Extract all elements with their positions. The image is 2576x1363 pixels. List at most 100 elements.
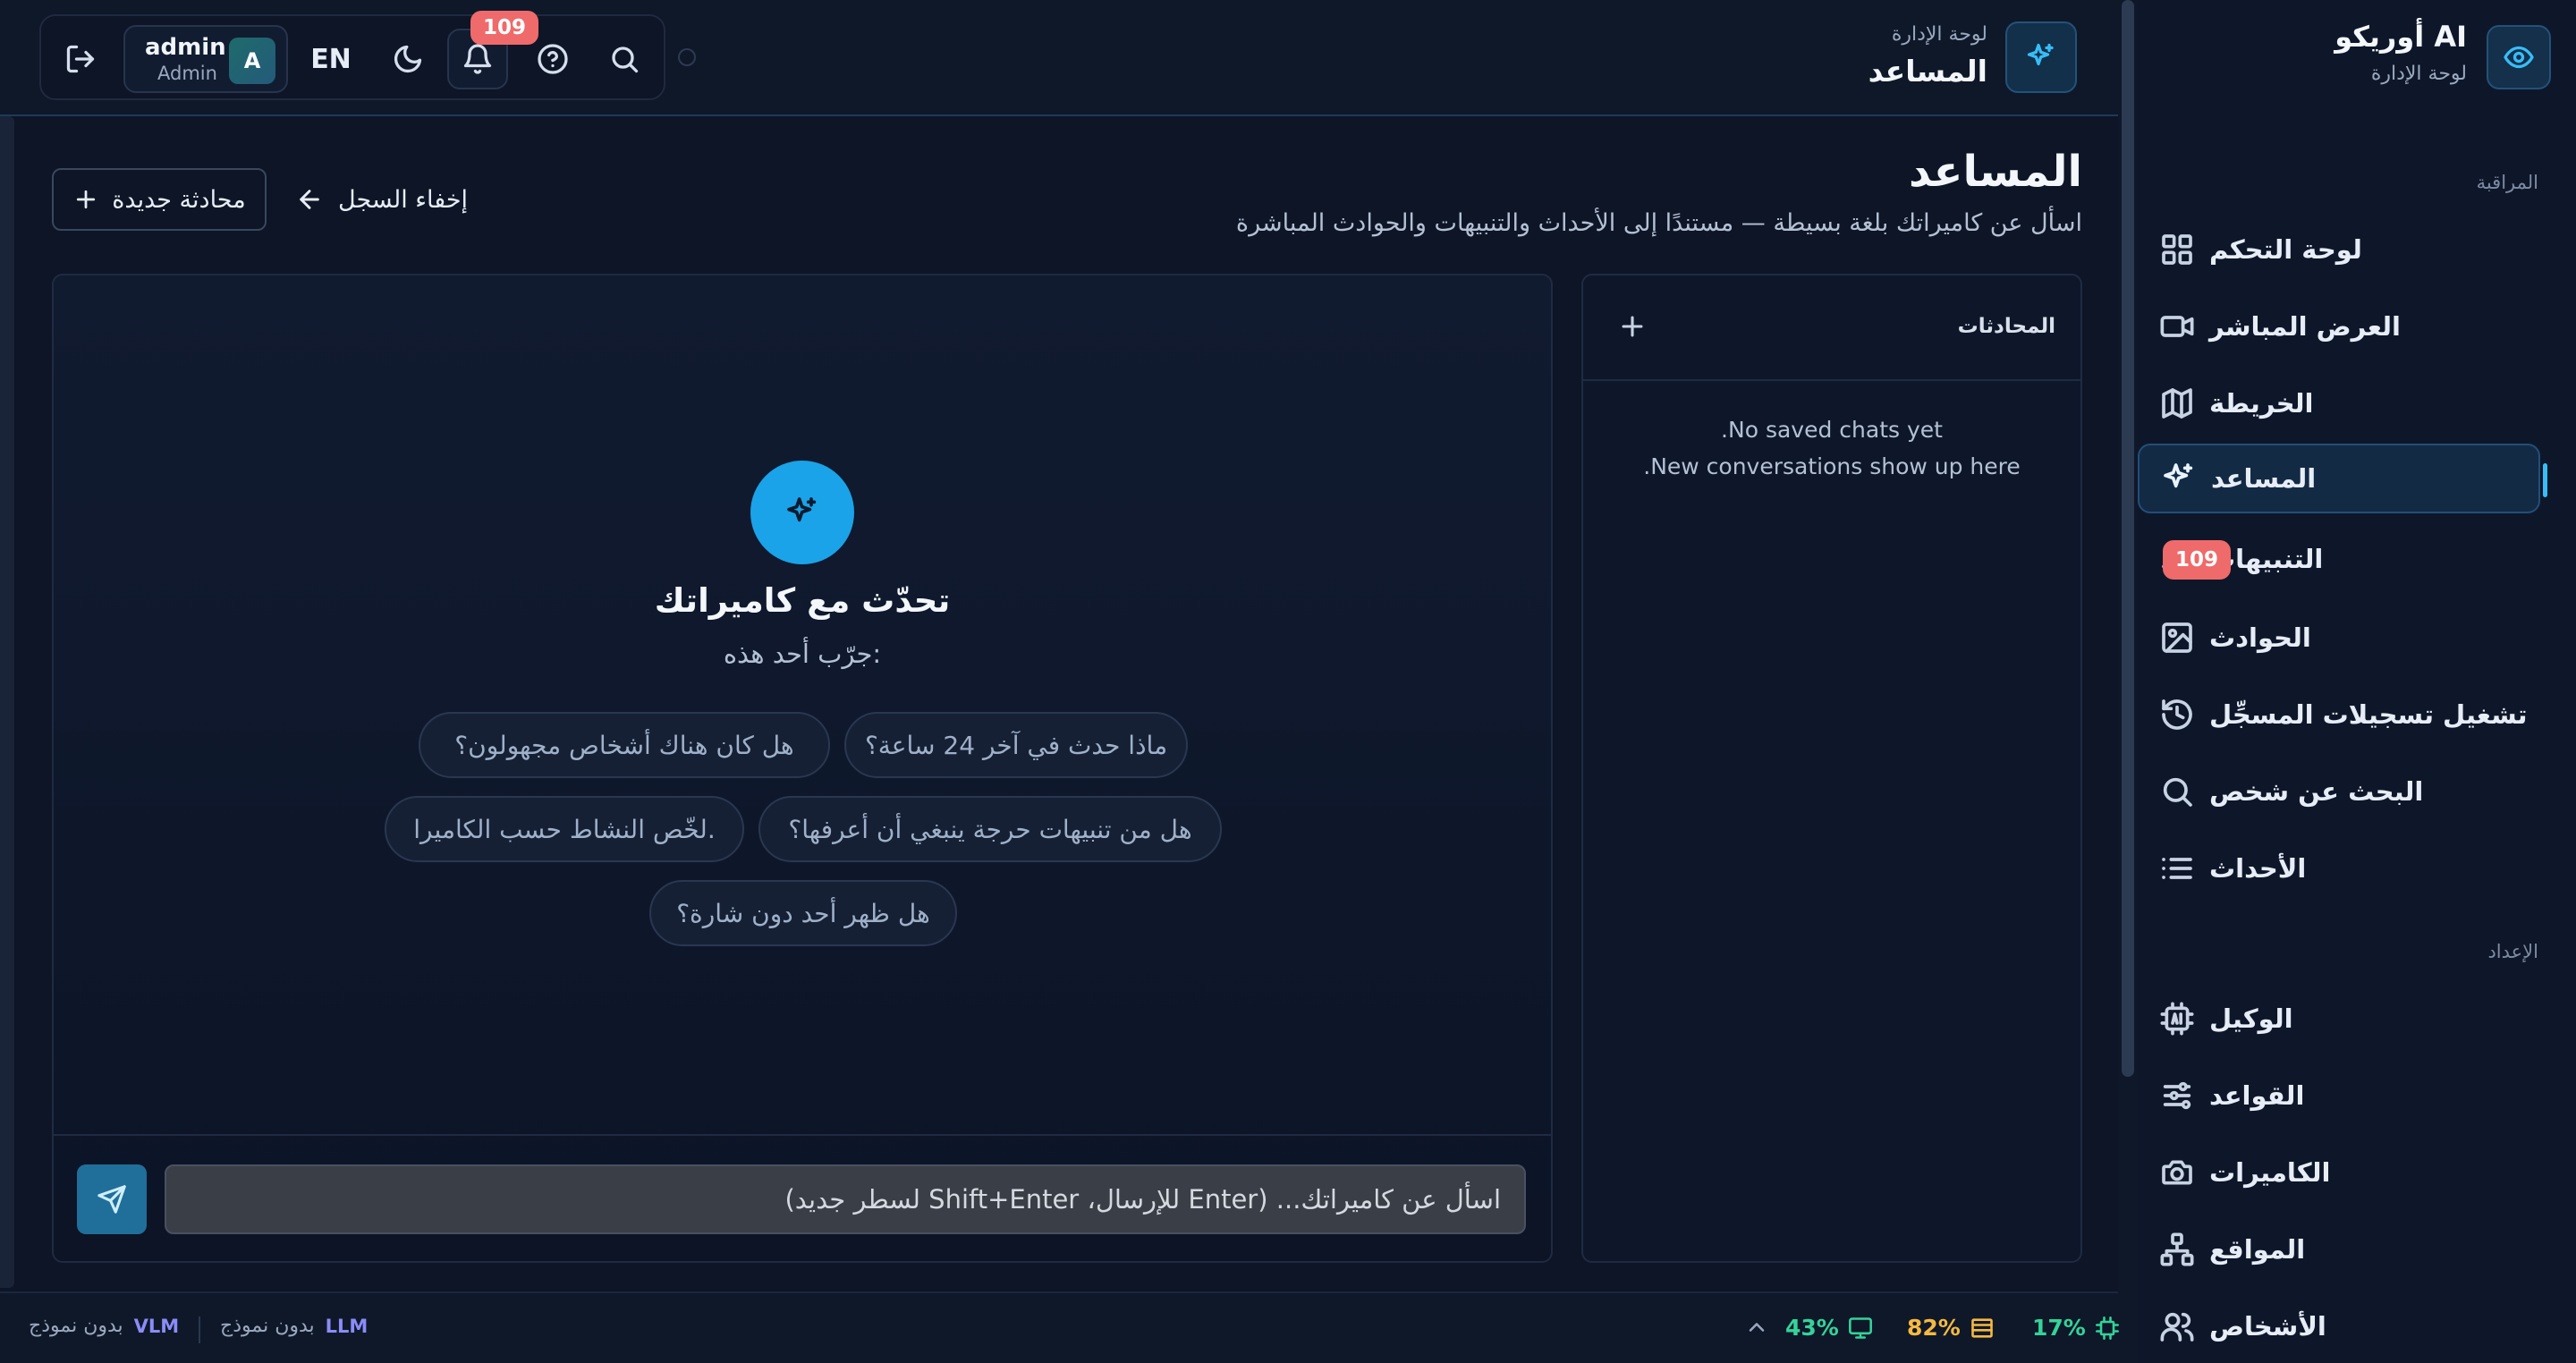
- topbar: admin Admin A EN 109 لوحة الإدارة المساع…: [0, 0, 2118, 116]
- conversations-title: المحادثات: [1957, 315, 2055, 338]
- topbar-actions: admin Admin A EN 109: [39, 11, 665, 100]
- sidebar-item-people[interactable]: الأشخاص: [2138, 1291, 2540, 1361]
- avatar: A: [229, 38, 275, 84]
- sidebar-item-rules[interactable]: القواعد: [2138, 1061, 2540, 1130]
- user-menu[interactable]: admin Admin A: [123, 25, 288, 93]
- suggestion-chip[interactable]: لخّص النشاط حسب الكاميرا.: [385, 796, 744, 862]
- sidebar-item-incidents[interactable]: الحوادث: [2138, 603, 2540, 673]
- sliders-icon: [2163, 1081, 2191, 1110]
- left-scroll-edge: [0, 116, 14, 1288]
- cpu-percent: 17%: [2032, 1315, 2086, 1341]
- chat-input-placeholder: اسأل عن كاميراتك... (Enter للإرسال، Shif…: [784, 1184, 1501, 1215]
- chat-hero-subtitle: جرّب أحد هذه:: [723, 639, 882, 669]
- conversations-header: المحادثات: [1583, 275, 2080, 381]
- sidebar-item-agent[interactable]: الوكيل: [2138, 984, 2540, 1054]
- help-circle-icon: [538, 44, 568, 74]
- sidebar-item-cameras[interactable]: الكاميرات: [2138, 1138, 2540, 1207]
- status-bar: بدون نموذج VLM بدون نموذج LLM 43% 82% 17…: [0, 1291, 2120, 1363]
- suggestion-chip[interactable]: هل ظهر أحد دون شارة؟: [649, 880, 957, 946]
- monitor-icon: [1848, 1316, 1872, 1339]
- sidebar-item-label: المساعد: [2211, 463, 2317, 494]
- users-icon: [2160, 1312, 2194, 1342]
- plus-icon: [1622, 316, 1643, 337]
- cpu-usage: 17%: [2032, 1315, 2120, 1341]
- hide-history-label: إخفاء السجل: [338, 185, 469, 214]
- camera-icon: [2162, 1160, 2192, 1185]
- sidebar-item-dashboard[interactable]: لوحة التحكم: [2138, 215, 2540, 284]
- sidebar-item-live[interactable]: العرض المباشر: [2138, 292, 2540, 361]
- sidebar-item-label: الأحداث: [2209, 853, 2307, 884]
- sidebar-item-label: الوكيل: [2209, 1003, 2293, 1034]
- help-button[interactable]: [522, 29, 583, 89]
- sidebar-item-label: الكاميرات: [2209, 1157, 2331, 1188]
- theme-toggle[interactable]: [377, 29, 438, 89]
- empty-line-2: New conversations show up here.: [1643, 453, 2021, 479]
- sidebar-item-label: الخريطة: [2209, 388, 2314, 419]
- alerts-count-badge: 109: [2163, 540, 2231, 580]
- history-icon: [2162, 699, 2192, 730]
- logout-button[interactable]: [50, 29, 111, 89]
- send-button[interactable]: [77, 1164, 147, 1234]
- vlm-value: بدون نموذج: [29, 1315, 123, 1337]
- suggestion-chip[interactable]: هل كان هناك أشخاص مجهولون؟: [419, 712, 830, 778]
- topbar-subtitle: لوحة الإدارة: [1891, 23, 1987, 46]
- arrow-left-icon: [300, 190, 319, 209]
- logout-icon: [66, 45, 95, 73]
- sparkles-icon: [751, 461, 853, 563]
- eye-icon[interactable]: [2487, 25, 2551, 89]
- conversations-empty-state: No saved chats yet. New conversations sh…: [1583, 411, 2080, 485]
- sidebar-item-sites[interactable]: المواقع: [2138, 1215, 2540, 1284]
- user-name: admin: [145, 34, 226, 61]
- sidebar-item-label: الأشخاص: [2209, 1311, 2326, 1342]
- brand-subtitle: لوحة الإدارة: [2370, 63, 2467, 85]
- cpu-icon: [2095, 1316, 2119, 1340]
- active-indicator: [2543, 463, 2547, 497]
- connection-status-dot: [678, 48, 696, 66]
- sparkles-icon: [2164, 463, 2193, 488]
- sidebar-item-person-search[interactable]: البحث عن شخص: [2138, 757, 2540, 826]
- language-toggle[interactable]: EN: [301, 29, 361, 89]
- brand-title: أوريكو AI: [2334, 20, 2467, 54]
- sidebar-item-events[interactable]: الأحداث: [2138, 834, 2540, 903]
- sidebar-item-label: البحث عن شخص: [2209, 776, 2424, 807]
- chat-panel: تحدّث مع كاميراتك جرّب أحد هذه: ماذا حدث…: [52, 274, 1553, 1263]
- brand: أوريكو AI لوحة الإدارة: [2118, 0, 2576, 114]
- chevron-up-icon: [1749, 1323, 1765, 1332]
- sidebar-item-assistant[interactable]: المساعد: [2138, 444, 2547, 513]
- gpu-usage: 43%: [1785, 1315, 1873, 1341]
- sidebar-item-label: العرض المباشر: [2209, 311, 2401, 342]
- section-label-monitoring: المراقبة: [2476, 172, 2538, 193]
- bell-icon: [463, 44, 492, 74]
- sidebar-item-label: الحوادث: [2209, 622, 2311, 653]
- moon-icon: [394, 45, 422, 73]
- language-label: EN: [310, 43, 352, 75]
- sidebar-item-label: لوحة التحكم: [2209, 234, 2362, 265]
- sidebar-item-label: تشغيل تسجيلات المسجِّل: [2209, 699, 2528, 730]
- map-icon: [2162, 388, 2192, 419]
- llm-status: بدون نموذج LLM: [220, 1315, 368, 1337]
- expand-status-button[interactable]: [1744, 1315, 1769, 1340]
- sidebar: أوريكو AI لوحة الإدارة المراقبة لوحة الت…: [2118, 0, 2576, 1363]
- send-icon: [97, 1185, 126, 1214]
- chat-input[interactable]: اسأل عن كاميراتك... (Enter للإرسال، Shif…: [165, 1164, 1526, 1234]
- chat-hero-title: تحدّث مع كاميراتك: [654, 581, 951, 620]
- sidebar-item-map[interactable]: الخريطة: [2138, 368, 2540, 438]
- add-conversation-button[interactable]: [1617, 311, 1648, 342]
- sidebar-item-label: القواعد: [2209, 1080, 2305, 1111]
- status-divider: [199, 1316, 200, 1343]
- plus-icon: [77, 190, 96, 209]
- memory-icon: [1971, 1317, 1993, 1338]
- conversations-panel: المحادثات No saved chats yet. New conver…: [1581, 274, 2082, 1263]
- scrollbar-thumb[interactable]: [2122, 0, 2134, 1077]
- sidebar-item-alerts[interactable]: التنبيهات 109: [2138, 524, 2540, 594]
- search-button[interactable]: [594, 29, 655, 89]
- sidebar-item-playback[interactable]: تشغيل تسجيلات المسجِّل: [2138, 680, 2540, 749]
- new-chat-button[interactable]: محادثة جديدة: [52, 168, 267, 231]
- search-icon: [2163, 777, 2192, 807]
- hide-history-button[interactable]: إخفاء السجل: [295, 168, 468, 231]
- suggestion-chip[interactable]: ماذا حدث في آخر 24 ساعة؟: [844, 712, 1188, 778]
- suggestion-chip[interactable]: هل من تنبيهات حرجة ينبغي أن أعرفها؟: [758, 796, 1222, 862]
- user-role: Admin: [157, 63, 217, 84]
- chip-ai-icon: [2160, 1002, 2194, 1036]
- vlm-status: بدون نموذج VLM: [29, 1315, 179, 1337]
